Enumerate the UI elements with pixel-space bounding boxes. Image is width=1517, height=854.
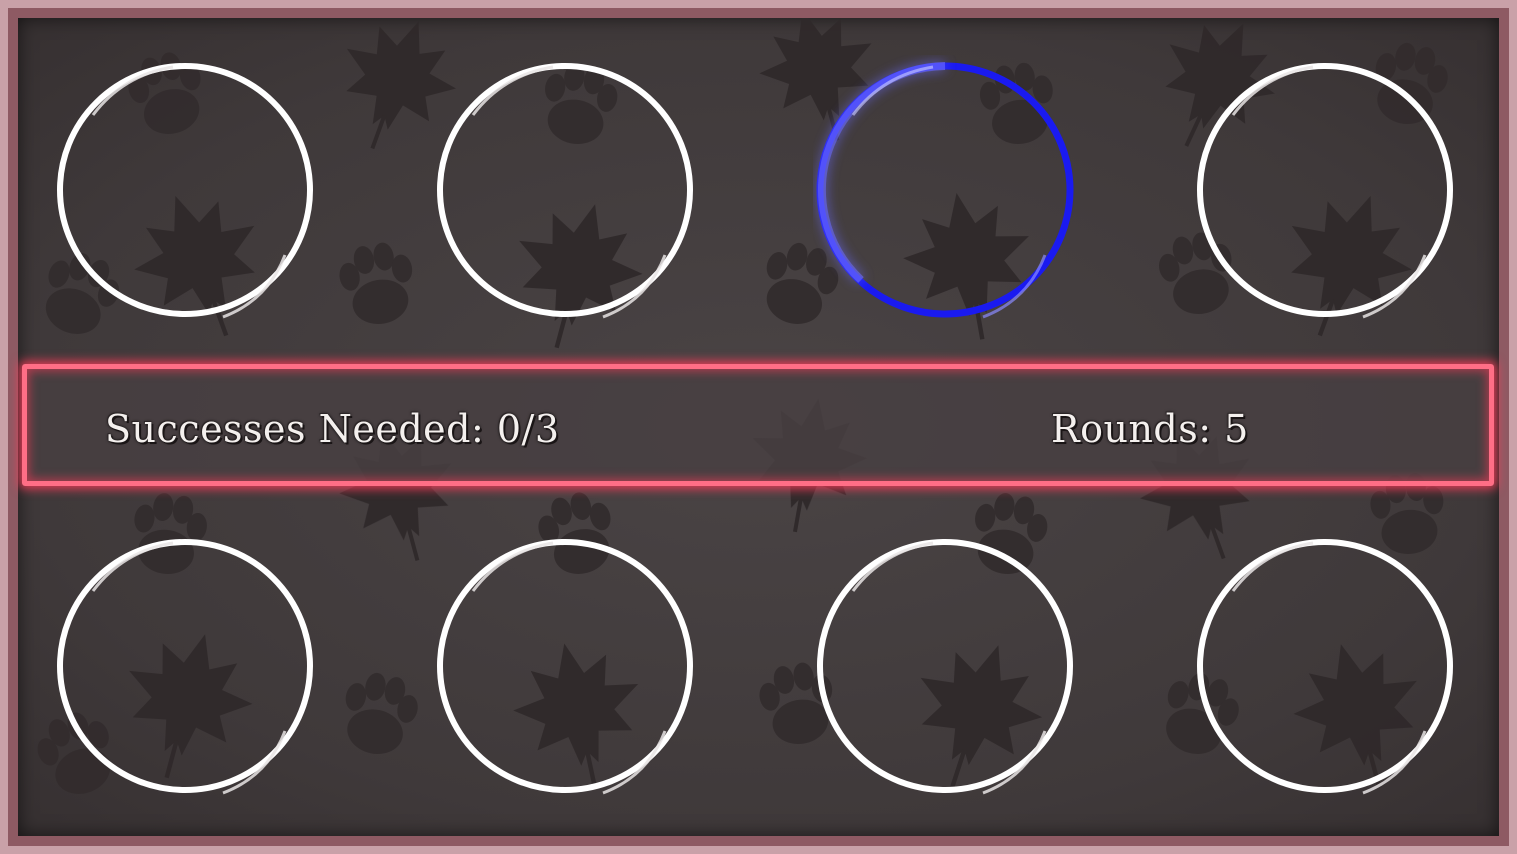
slot-ring-icon [57, 539, 313, 795]
slot-ring-icon [1197, 539, 1453, 795]
slot-bottom-1[interactable] [53, 531, 323, 801]
successes-needed-label: Successes Needed: 0/3 [105, 407, 560, 451]
slot-bottom-2[interactable] [433, 531, 703, 801]
slot-top-2[interactable] [433, 55, 703, 325]
slot-top-3-active[interactable] [813, 55, 1083, 325]
status-banner: Successes Needed: 0/3 Rounds: 5 [22, 364, 1494, 486]
slot-bottom-4[interactable] [1193, 531, 1463, 801]
active-slot-ring-icon [816, 62, 1074, 319]
slot-ring-icon [437, 539, 693, 795]
slot-ring-icon [437, 63, 693, 319]
slot-ring-icon [57, 63, 313, 319]
rounds-label: Rounds: 5 [1051, 407, 1249, 451]
slot-ring-icon [1197, 63, 1453, 319]
slot-top-1[interactable] [53, 55, 323, 325]
slot-ring-icon [817, 539, 1073, 795]
slot-bottom-3[interactable] [813, 531, 1083, 801]
slot-top-4[interactable] [1193, 55, 1463, 325]
